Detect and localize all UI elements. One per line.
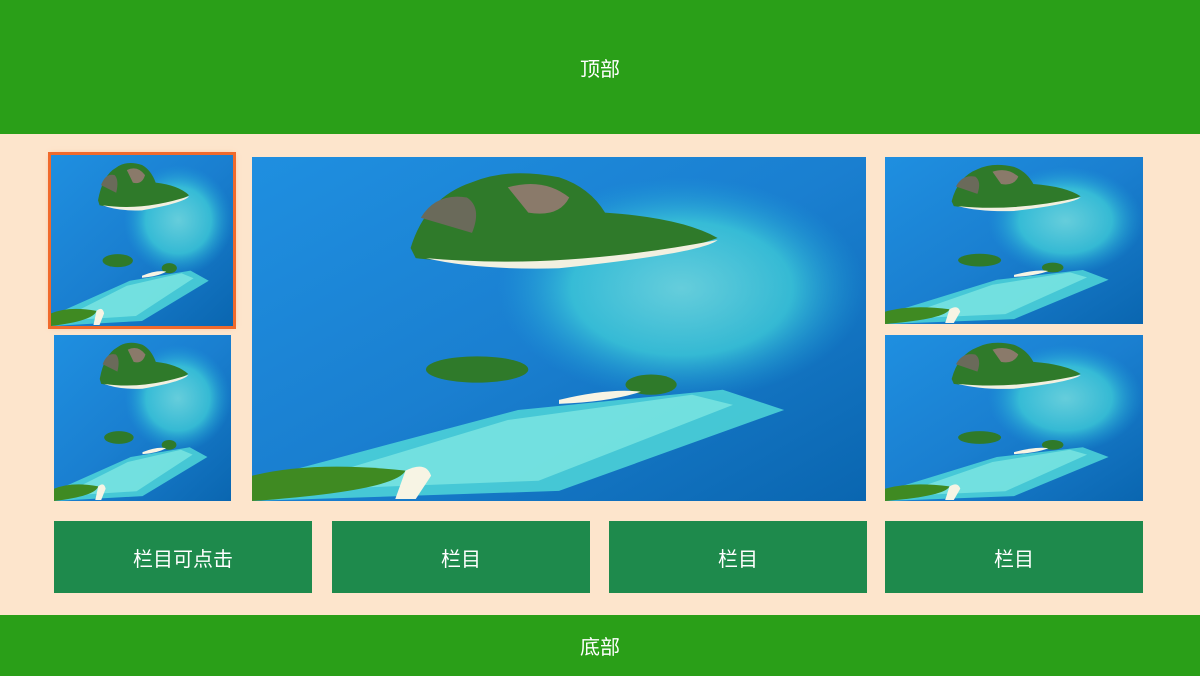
tropical-island-photo <box>885 335 1143 501</box>
category-label: 栏目 <box>441 546 481 571</box>
header-title: 顶部 <box>580 56 620 81</box>
tropical-island-photo <box>54 335 231 501</box>
category-label: 栏目可点击 <box>133 546 233 571</box>
category-label: 栏目 <box>718 546 758 571</box>
category-label: 栏目 <box>994 546 1034 571</box>
footer-title: 底部 <box>580 635 620 659</box>
image-tile[interactable] <box>885 157 1143 324</box>
image-tile[interactable] <box>54 335 231 501</box>
tropical-island-photo <box>252 157 866 501</box>
header-bar: 顶部 <box>0 0 1200 134</box>
tropical-island-photo <box>51 155 233 326</box>
category-button[interactable]: 栏目 <box>609 521 867 593</box>
tropical-island-photo <box>885 157 1143 324</box>
featured-image-tile[interactable] <box>252 157 866 501</box>
footer-bar: 底部 <box>0 615 1200 676</box>
category-button[interactable]: 栏目 <box>885 521 1143 593</box>
image-tile[interactable] <box>885 335 1143 501</box>
focused-image-tile[interactable] <box>48 152 236 329</box>
category-button[interactable]: 栏目 <box>332 521 590 593</box>
category-button-clickable[interactable]: 栏目可点击 <box>54 521 312 593</box>
